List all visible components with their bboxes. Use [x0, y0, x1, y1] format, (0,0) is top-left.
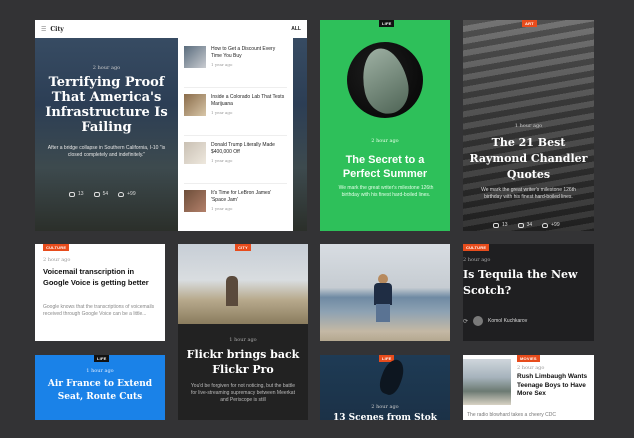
coast-thumb [463, 359, 511, 405]
related-item[interactable]: Inside a Colorado Lab That Tests Marijua… [184, 94, 287, 136]
related-time: 1 year ago [211, 206, 233, 211]
post-time: 2 hour ago [43, 257, 71, 263]
related-time: 1 year ago [211, 110, 233, 115]
related-title[interactable]: How to Get a Discount Every Time You Buy [211, 46, 287, 60]
post-title[interactable]: The Secret to a Perfect Summer [328, 153, 442, 181]
likes-stat[interactable]: +99 [118, 191, 136, 197]
likes-stat[interactable]: +99 [542, 222, 560, 228]
post-excerpt: We mark the great writer's milestone 126… [338, 185, 434, 198]
author-name[interactable]: Komol Kuchkarov [488, 318, 527, 324]
card-air-france[interactable]: LIFE 1 hour ago Air France to Extend Sea… [35, 355, 165, 420]
post-excerpt: The radio blowhard takes a cheery CDC [467, 412, 556, 418]
eye-icon [493, 222, 499, 228]
comments-stat[interactable]: 54 [93, 191, 108, 197]
post-time: 2 hour ago [463, 257, 491, 263]
post-time: 2 hour ago [92, 65, 121, 71]
share-icon[interactable]: ⟳ [463, 318, 468, 325]
related-title[interactable]: Inside a Colorado Lab That Tests Marijua… [211, 94, 287, 108]
nav-all-link[interactable]: ALL [291, 26, 301, 32]
card-header-bar: ☰ City ALL [35, 20, 307, 38]
post-time: 2 hour ago [371, 138, 399, 144]
post-title[interactable]: Is Tequila the New Scotch? [463, 267, 588, 299]
post-excerpt: We mark the great writer's milestone 126… [481, 187, 576, 200]
post-time: 1 hour ago [86, 368, 114, 374]
post-time: 2 hour ago [517, 365, 545, 371]
card-raymond-chandler[interactable]: ART 1 hour ago The 21 Best Raymond Chand… [463, 20, 594, 231]
card-boy-at-sea-image[interactable] [320, 244, 450, 341]
post-excerpt: You'd be forgiven for not noticing, but … [190, 383, 296, 403]
related-item[interactable]: How to Get a Discount Every Time You Buy… [184, 46, 287, 88]
featured-card-infrastructure[interactable]: ☰ City ALL 2 hour ago Terrifying Proof T… [35, 20, 307, 231]
category-tag[interactable]: MOVIES [517, 355, 540, 362]
post-stats: 13 54 +99 [69, 191, 136, 197]
related-thumb [184, 94, 206, 116]
category-tag[interactable]: CITY [235, 244, 251, 251]
views-stat: 13 [493, 222, 508, 228]
post-title[interactable]: Flickr brings back Flickr Pro [184, 347, 302, 377]
eye-icon [69, 191, 75, 197]
author-row[interactable]: ⟳ Komol Kuchkarov [463, 316, 527, 326]
post-time: 2 hour ago [371, 404, 399, 410]
post-stats: 13 34 +99 [493, 222, 560, 228]
category-tag[interactable]: CULTURE [43, 244, 70, 251]
card-rush-limbaugh[interactable]: MOVIES 2 hour ago Rush Limbaugh Wants Te… [463, 355, 594, 420]
post-title[interactable]: 13 Scenes from Stok [320, 412, 450, 420]
featured-text-block: 2 hour ago Terrifying Proof That America… [35, 65, 178, 159]
leaf-image [347, 42, 423, 118]
related-thumb [184, 46, 206, 68]
card-scenes-from-stok[interactable]: LIFE 2 hour ago 13 Scenes from Stok [320, 355, 450, 420]
card-tequila-scotch[interactable]: CULTURE 2 hour ago Is Tequila the New Sc… [463, 244, 594, 341]
post-title[interactable]: The 21 Best Raymond Chandler Quotes [469, 135, 588, 183]
card-perfect-summer[interactable]: LIFE 2 hour ago The Secret to a Perfect … [320, 20, 450, 231]
related-posts-panel: How to Get a Discount Every Time You Buy… [178, 38, 293, 231]
comments-stat[interactable]: 34 [517, 222, 532, 228]
comment-icon [517, 222, 524, 228]
post-title[interactable]: Rush Limbaugh Wants Teenage Boys to Have… [517, 373, 591, 399]
related-thumb [184, 190, 206, 212]
card-voicemail-transcription[interactable]: CULTURE 2 hour ago Voicemail transcripti… [35, 244, 165, 341]
related-time: 1 year ago [211, 62, 233, 67]
views-stat: 13 [69, 191, 84, 197]
related-item[interactable]: Donald Trump Literally Made $400,000 Off… [184, 142, 287, 184]
pier-image [178, 244, 308, 324]
author-avatar[interactable] [473, 316, 484, 326]
site-logo[interactable]: City [50, 26, 63, 33]
post-time: 1 hour ago [229, 337, 257, 343]
post-excerpt: Google knows that the transcriptions of … [43, 304, 155, 317]
post-title[interactable]: Voicemail transcription in Google Voice … [43, 267, 159, 288]
related-item[interactable]: It's Time for LeBron James' 'Space Jam' 1… [184, 190, 287, 231]
card-flickr-pro[interactable]: CITY 1 hour ago Flickr brings back Flick… [178, 244, 308, 420]
post-time: 1 hour ago [514, 123, 543, 129]
related-title[interactable]: Donald Trump Literally Made $400,000 Off [211, 142, 287, 156]
menu-icon[interactable]: ☰ [41, 26, 46, 33]
comment-icon [93, 191, 100, 197]
post-title[interactable]: Terrifying Proof That America's Infrastr… [35, 75, 178, 135]
related-thumb [184, 142, 206, 164]
category-tag[interactable]: LIFE [379, 20, 395, 27]
heart-icon [118, 191, 125, 197]
heart-icon [542, 222, 549, 228]
category-tag[interactable]: LIFE [94, 355, 110, 362]
boy-figure [372, 274, 394, 322]
post-title[interactable]: Air France to Extend Seat, Route Cuts [41, 378, 159, 404]
bird-image [376, 356, 408, 398]
post-excerpt: After a bridge collapse in Southern Cali… [47, 145, 166, 158]
category-tag[interactable]: CULTURE [463, 244, 490, 251]
related-time: 1 year ago [211, 158, 233, 163]
category-tag[interactable]: ART [522, 20, 537, 27]
related-title[interactable]: It's Time for LeBron James' 'Space Jam' [211, 190, 287, 204]
